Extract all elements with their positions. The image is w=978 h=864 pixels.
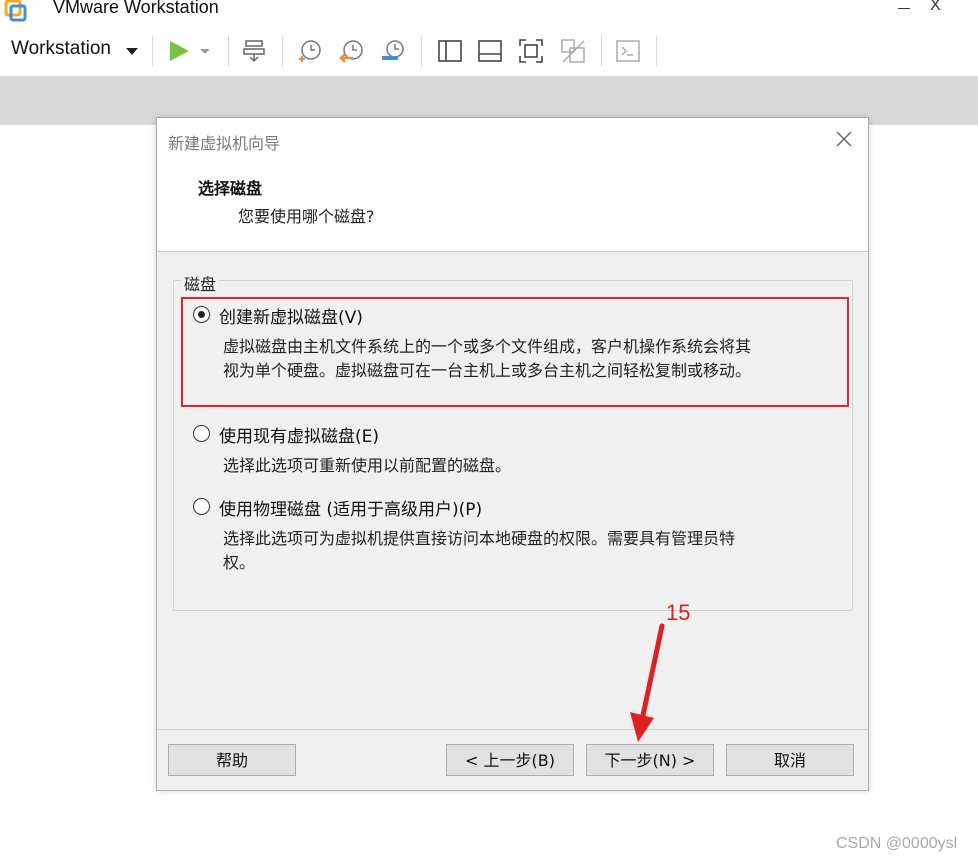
use-physical-disk-radio[interactable] — [193, 498, 210, 515]
workstation-menu[interactable]: Workstation — [11, 38, 111, 60]
console-view-icon[interactable] — [477, 38, 503, 64]
toolbar-divider — [152, 36, 153, 66]
fullscreen-icon[interactable] — [518, 38, 544, 64]
use-physical-disk-desc-line2: 权。 — [223, 553, 256, 572]
snapshot-revert-icon[interactable] — [339, 38, 365, 64]
terminal-icon[interactable] — [615, 38, 641, 64]
new-vm-wizard-dialog: 新建虚拟机向导 选择磁盘 您要使用哪个磁盘? 磁盘 创建新虚拟磁盘(V) 虚拟磁… — [156, 117, 869, 791]
vmware-logo-icon — [4, 0, 27, 22]
toolbar-divider — [601, 36, 602, 66]
snapshot-manager-icon[interactable] — [381, 38, 407, 64]
window-close-icon[interactable]: X — [930, 0, 941, 15]
snapshot-take-icon[interactable] — [297, 38, 323, 64]
chevron-down-icon[interactable] — [126, 48, 138, 55]
toolbar-divider — [282, 36, 283, 66]
sidebar-view-icon[interactable] — [437, 38, 463, 64]
play-dropdown-icon[interactable] — [198, 38, 212, 64]
use-physical-disk-desc-line1: 选择此选项可为虚拟机提供直接访问本地硬盘的权限。需要具有管理员特 — [223, 529, 736, 548]
use-existing-disk-desc: 选择此选项可重新使用以前配置的磁盘。 — [223, 456, 512, 475]
dialog-title: 新建虚拟机向导 — [168, 134, 281, 153]
close-icon[interactable] — [833, 128, 855, 150]
disk-group-label: 磁盘 — [181, 271, 220, 295]
footer-divider — [157, 729, 868, 730]
window-titlebar: VMware Workstation X — [0, 0, 978, 24]
toolbar-divider — [421, 36, 422, 66]
use-existing-disk-radio[interactable] — [193, 425, 210, 442]
toolbar-divider — [228, 36, 229, 66]
minimize-icon[interactable] — [898, 8, 910, 9]
network-icon[interactable] — [242, 38, 268, 64]
unity-icon[interactable] — [560, 38, 586, 64]
dialog-header: 新建虚拟机向导 选择磁盘 您要使用哪个磁盘? — [157, 118, 868, 252]
csdn-watermark: CSDN @0000ysl — [836, 835, 958, 852]
highlight-annotation-box — [181, 297, 849, 407]
window-title: VMware Workstation — [53, 0, 219, 17]
back-button[interactable]: < 上一步(B) — [446, 744, 574, 776]
annotation-arrow-icon — [630, 623, 665, 742]
cancel-button[interactable]: 取消 — [726, 744, 854, 776]
toolbar-divider — [656, 36, 657, 66]
use-existing-disk-label[interactable]: 使用现有虚拟磁盘(E) — [219, 422, 379, 447]
play-icon[interactable] — [166, 38, 192, 64]
use-physical-disk-label[interactable]: 使用物理磁盘 (适用于高级用户)(P) — [219, 495, 482, 520]
step-title: 选择磁盘 — [198, 179, 263, 198]
help-button[interactable]: 帮助 — [168, 744, 296, 776]
main-toolbar: Workstation — [0, 24, 978, 76]
step-subtitle: 您要使用哪个磁盘? — [238, 207, 375, 226]
